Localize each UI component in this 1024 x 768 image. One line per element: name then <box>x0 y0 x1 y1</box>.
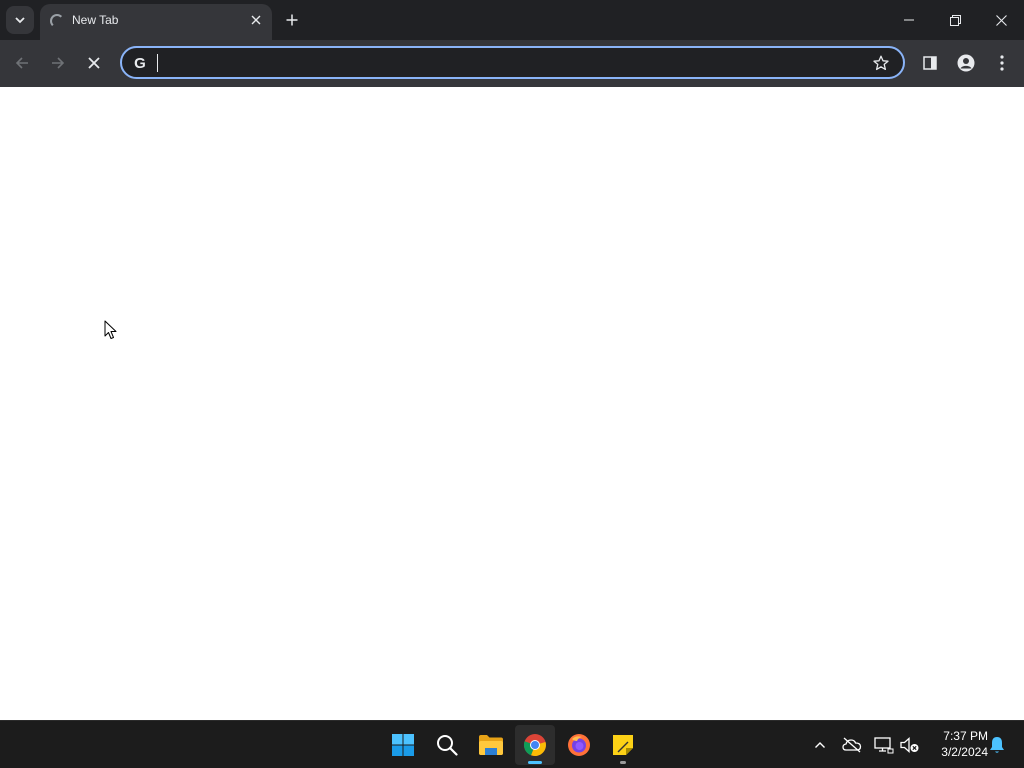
taskbar-chrome[interactable] <box>515 725 555 765</box>
kebab-menu-icon <box>1000 55 1004 71</box>
bookmark-button[interactable] <box>871 53 891 73</box>
active-app-indicator <box>528 761 542 764</box>
stop-icon <box>88 57 100 69</box>
minimize-icon <box>904 19 914 21</box>
taskbar-firefox[interactable] <box>559 725 599 765</box>
sticky-notes-icon <box>613 735 633 755</box>
taskbar-search-button[interactable] <box>427 725 467 765</box>
tab-title: New Tab <box>72 13 119 27</box>
plus-icon <box>286 14 298 26</box>
restore-button[interactable] <box>932 0 978 40</box>
profile-button[interactable] <box>952 49 980 77</box>
profile-icon <box>957 54 975 72</box>
start-button[interactable] <box>383 725 423 765</box>
taskbar-file-explorer[interactable] <box>471 725 511 765</box>
stop-loading-button[interactable] <box>80 49 108 77</box>
firefox-icon <box>568 734 590 756</box>
clock-date: 3/2/2024 <box>941 745 988 759</box>
notification-center-button[interactable] <box>985 733 1009 757</box>
volume-muted-icon <box>900 737 919 753</box>
volume-button[interactable] <box>898 733 922 757</box>
onedrive-button[interactable] <box>840 733 864 757</box>
tab-search-button[interactable] <box>6 6 34 34</box>
mouse-cursor-icon <box>104 320 118 345</box>
restore-icon <box>949 14 961 26</box>
network-button[interactable] <box>872 733 896 757</box>
taskbar: 7:37 PM 3/2/2024 <box>0 720 1024 768</box>
arrow-left-icon <box>15 57 28 69</box>
chevron-down-icon <box>15 17 25 24</box>
page-content[interactable] <box>0 87 1024 720</box>
text-caret <box>157 54 158 72</box>
side-panel-icon <box>923 56 937 70</box>
taskbar-sticky-notes[interactable] <box>603 725 643 765</box>
star-icon <box>873 55 889 71</box>
chrome-icon <box>523 734 546 757</box>
browser-menu-button[interactable] <box>988 49 1016 77</box>
tab-strip: New Tab <box>0 0 1024 40</box>
notification-bell-icon <box>990 737 1004 753</box>
close-icon <box>251 15 261 25</box>
forward-button[interactable] <box>44 49 72 77</box>
tab-close-button[interactable] <box>248 12 264 28</box>
google-g-icon: G <box>134 54 146 72</box>
back-button[interactable] <box>8 49 36 77</box>
folder-icon <box>479 735 503 755</box>
clock-time: 7:37 PM <box>943 729 988 743</box>
loading-spinner-icon <box>50 14 64 28</box>
tab-active[interactable]: New Tab <box>40 4 272 40</box>
browser-toolbar: G <box>0 40 1024 87</box>
close-icon <box>995 14 1007 26</box>
onedrive-offline-icon <box>842 737 862 753</box>
chevron-up-icon <box>815 742 825 748</box>
show-hidden-icons-button[interactable] <box>808 733 832 757</box>
windows-start-icon <box>392 734 414 756</box>
running-app-indicator <box>620 761 626 764</box>
network-icon <box>874 737 894 754</box>
address-bar[interactable]: G <box>120 46 905 79</box>
new-tab-button[interactable] <box>280 8 304 32</box>
side-panel-button[interactable] <box>916 49 944 77</box>
close-window-button[interactable] <box>978 0 1024 40</box>
address-input[interactable] <box>156 53 856 73</box>
search-icon <box>437 735 458 756</box>
taskbar-clock[interactable]: 7:37 PM 3/2/2024 <box>926 728 988 760</box>
arrow-right-icon <box>52 57 65 69</box>
minimize-button[interactable] <box>886 0 932 40</box>
